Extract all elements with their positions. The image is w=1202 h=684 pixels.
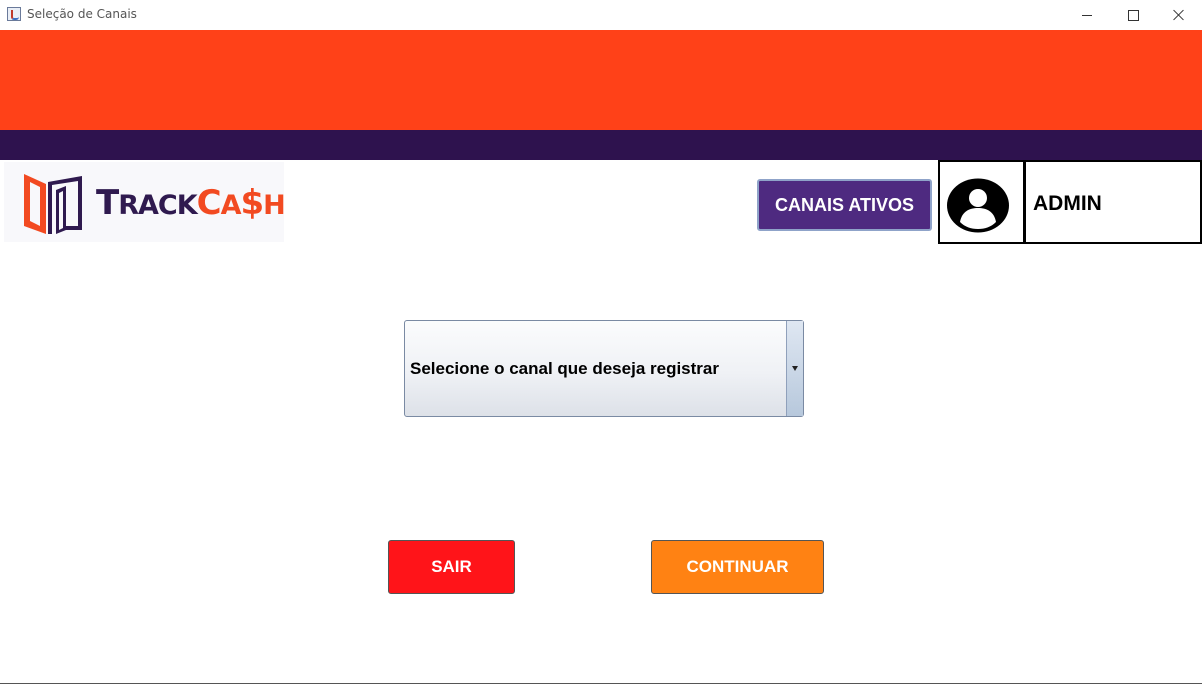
- logo-wordmark: TRACKCA$H: [96, 183, 286, 223]
- close-button[interactable]: [1156, 0, 1202, 30]
- java-app-icon: [7, 7, 21, 21]
- header-banner: [0, 30, 1202, 130]
- maximize-icon: [1127, 9, 1139, 21]
- window-title: Seleção de Canais: [27, 7, 137, 21]
- channel-select[interactable]: Selecione o canal que deseja registrar: [404, 320, 804, 417]
- title-bar: Seleção de Canais: [0, 0, 1202, 30]
- close-icon: [1173, 9, 1185, 21]
- exit-button[interactable]: SAIR: [388, 540, 515, 594]
- header-stripe: [0, 130, 1202, 160]
- trackcash-logo: TRACKCA$H: [4, 162, 286, 242]
- minimize-icon: [1082, 14, 1092, 16]
- user-name: ADMIN: [1033, 192, 1102, 215]
- channel-select-value: Selecione o canal que deseja registrar: [410, 359, 719, 378]
- continue-button[interactable]: CONTINUAR: [651, 540, 824, 594]
- user-panel-divider: [1023, 162, 1026, 242]
- app-window: Seleção de Canais TRACKCA$H CANAIS ATIVO…: [0, 0, 1202, 684]
- active-channels-button[interactable]: CANAIS ATIVOS: [757, 179, 932, 231]
- door-logo-icon: [24, 174, 82, 234]
- channel-select-dropdown-button[interactable]: [786, 321, 803, 416]
- chevron-down-icon: [792, 366, 798, 371]
- user-avatar-icon[interactable]: [946, 178, 1010, 233]
- minimize-button[interactable]: [1064, 0, 1110, 30]
- user-panel: ADMIN: [938, 160, 1202, 244]
- maximize-button[interactable]: [1110, 0, 1156, 30]
